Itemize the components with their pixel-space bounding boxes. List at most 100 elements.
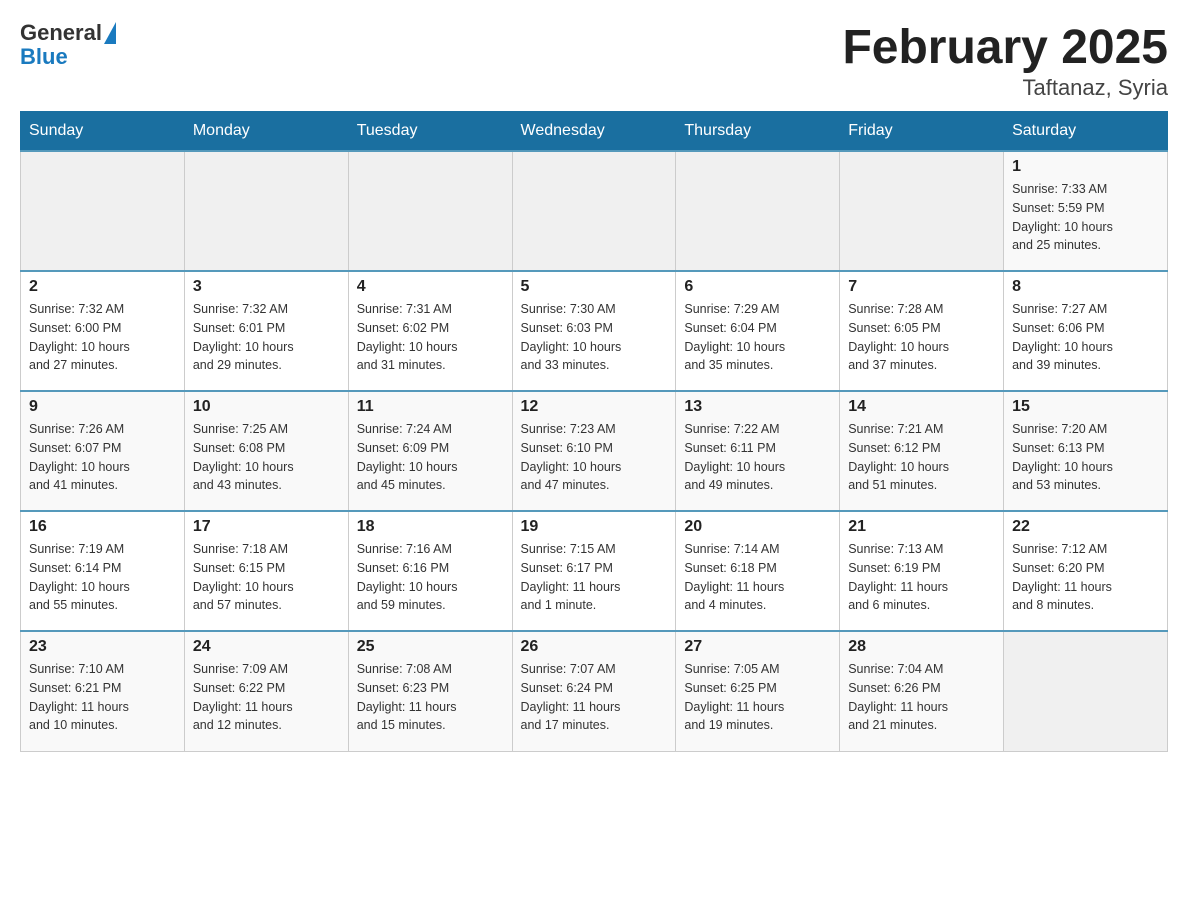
day-number: 1: [1012, 158, 1159, 176]
calendar-table: SundayMondayTuesdayWednesdayThursdayFrid…: [20, 111, 1168, 752]
page-header: General Blue February 2025 Taftanaz, Syr…: [20, 20, 1168, 101]
column-header-wednesday: Wednesday: [512, 112, 676, 152]
day-info: Sunrise: 7:26 AM Sunset: 6:07 PM Dayligh…: [29, 420, 176, 495]
calendar-cell: [512, 151, 676, 271]
day-number: 22: [1012, 518, 1159, 536]
day-info: Sunrise: 7:16 AM Sunset: 6:16 PM Dayligh…: [357, 540, 504, 615]
calendar-cell: 24Sunrise: 7:09 AM Sunset: 6:22 PM Dayli…: [184, 631, 348, 751]
day-info: Sunrise: 7:14 AM Sunset: 6:18 PM Dayligh…: [684, 540, 831, 615]
day-info: Sunrise: 7:04 AM Sunset: 6:26 PM Dayligh…: [848, 660, 995, 735]
calendar-week-1: 2 Sunrise: 7:32 AM Sunset: 6:00 PM Daylig…: [21, 271, 1168, 391]
day-number: 8: [1012, 278, 1159, 296]
calendar-cell: [840, 151, 1004, 271]
calendar-cell: 26 Sunrise: 7:07 AM Sunset: 6:24 PM Dayli…: [512, 631, 676, 751]
day-number: 17: [193, 518, 340, 536]
day-number: 27: [684, 638, 831, 656]
day-info: Sunrise: 7:18 AM Sunset: 6:15 PM Dayligh…: [193, 540, 340, 615]
calendar-week-2: 9 Sunrise: 7:26 AM Sunset: 6:07 PM Daylig…: [21, 391, 1168, 511]
day-info: Sunrise: 7:28 AM Sunset: 6:05 PM Dayligh…: [848, 300, 995, 375]
calendar-cell: 8 Sunrise: 7:27 AM Sunset: 6:06 PM Daylig…: [1004, 271, 1168, 391]
column-header-friday: Friday: [840, 112, 1004, 152]
day-number: 16: [29, 518, 176, 536]
calendar-cell: 6Sunrise: 7:29 AM Sunset: 6:04 PM Daylig…: [676, 271, 840, 391]
day-number: 23: [29, 638, 176, 656]
day-number: 10: [193, 398, 340, 416]
column-header-monday: Monday: [184, 112, 348, 152]
month-title: February 2025: [842, 20, 1168, 75]
column-header-saturday: Saturday: [1004, 112, 1168, 152]
day-info: Sunrise: 7:15 AM Sunset: 6:17 PM Dayligh…: [521, 540, 668, 615]
day-info: Sunrise: 7:22 AM Sunset: 6:11 PM Dayligh…: [684, 420, 831, 495]
day-info: Sunrise: 7:27 AM Sunset: 6:06 PM Dayligh…: [1012, 300, 1159, 375]
calendar-cell: 7 Sunrise: 7:28 AM Sunset: 6:05 PM Daylig…: [840, 271, 1004, 391]
day-info: Sunrise: 7:07 AM Sunset: 6:24 PM Dayligh…: [521, 660, 668, 735]
day-info: Sunrise: 7:29 AM Sunset: 6:04 PM Dayligh…: [684, 300, 831, 375]
day-number: 2: [29, 278, 176, 296]
calendar-week-4: 23 Sunrise: 7:10 AM Sunset: 6:21 PM Dayli…: [21, 631, 1168, 751]
calendar-cell: [676, 151, 840, 271]
calendar-cell: 14 Sunrise: 7:21 AM Sunset: 6:12 PM Dayli…: [840, 391, 1004, 511]
calendar-cell: 1 Sunrise: 7:33 AM Sunset: 5:59 PM Daylig…: [1004, 151, 1168, 271]
day-number: 26: [521, 638, 668, 656]
calendar-cell: 22Sunrise: 7:12 AM Sunset: 6:20 PM Dayli…: [1004, 511, 1168, 631]
day-info: Sunrise: 7:09 AM Sunset: 6:22 PM Dayligh…: [193, 660, 340, 735]
day-number: 15: [1012, 398, 1159, 416]
calendar-cell: 13 Sunrise: 7:22 AM Sunset: 6:11 PM Dayli…: [676, 391, 840, 511]
day-info: Sunrise: 7:24 AM Sunset: 6:09 PM Dayligh…: [357, 420, 504, 495]
logo-triangle-icon: [104, 22, 116, 44]
day-number: 14: [848, 398, 995, 416]
day-info: Sunrise: 7:08 AM Sunset: 6:23 PM Dayligh…: [357, 660, 504, 735]
day-number: 12: [521, 398, 668, 416]
location-title: Taftanaz, Syria: [842, 75, 1168, 101]
calendar-cell: 2 Sunrise: 7:32 AM Sunset: 6:00 PM Daylig…: [21, 271, 185, 391]
calendar-cell: 5 Sunrise: 7:30 AM Sunset: 6:03 PM Daylig…: [512, 271, 676, 391]
calendar-header: SundayMondayTuesdayWednesdayThursdayFrid…: [21, 112, 1168, 152]
logo: General Blue: [20, 20, 116, 70]
day-info: Sunrise: 7:33 AM Sunset: 5:59 PM Dayligh…: [1012, 180, 1159, 255]
day-number: 25: [357, 638, 504, 656]
day-number: 19: [521, 518, 668, 536]
title-block: February 2025 Taftanaz, Syria: [842, 20, 1168, 101]
day-number: 5: [521, 278, 668, 296]
calendar-week-3: 16 Sunrise: 7:19 AM Sunset: 6:14 PM Dayli…: [21, 511, 1168, 631]
calendar-cell: 12 Sunrise: 7:23 AM Sunset: 6:10 PM Dayli…: [512, 391, 676, 511]
column-header-thursday: Thursday: [676, 112, 840, 152]
day-number: 11: [357, 398, 504, 416]
calendar-cell: 17 Sunrise: 7:18 AM Sunset: 6:15 PM Dayli…: [184, 511, 348, 631]
day-number: 21: [848, 518, 995, 536]
calendar-cell: 28 Sunrise: 7:04 AM Sunset: 6:26 PM Dayli…: [840, 631, 1004, 751]
calendar-cell: 3 Sunrise: 7:32 AM Sunset: 6:01 PM Daylig…: [184, 271, 348, 391]
calendar-cell: 21Sunrise: 7:13 AM Sunset: 6:19 PM Dayli…: [840, 511, 1004, 631]
calendar-cell: [1004, 631, 1168, 751]
day-number: 3: [193, 278, 340, 296]
calendar-cell: 15 Sunrise: 7:20 AM Sunset: 6:13 PM Dayli…: [1004, 391, 1168, 511]
calendar-cell: 16 Sunrise: 7:19 AM Sunset: 6:14 PM Dayli…: [21, 511, 185, 631]
day-number: 28: [848, 638, 995, 656]
day-info: Sunrise: 7:32 AM Sunset: 6:01 PM Dayligh…: [193, 300, 340, 375]
day-info: Sunrise: 7:20 AM Sunset: 6:13 PM Dayligh…: [1012, 420, 1159, 495]
day-number: 20: [684, 518, 831, 536]
calendar-cell: 23 Sunrise: 7:10 AM Sunset: 6:21 PM Dayli…: [21, 631, 185, 751]
day-number: 13: [684, 398, 831, 416]
day-info: Sunrise: 7:10 AM Sunset: 6:21 PM Dayligh…: [29, 660, 176, 735]
calendar-cell: 25 Sunrise: 7:08 AM Sunset: 6:23 PM Dayli…: [348, 631, 512, 751]
day-info: Sunrise: 7:19 AM Sunset: 6:14 PM Dayligh…: [29, 540, 176, 615]
calendar-cell: 11 Sunrise: 7:24 AM Sunset: 6:09 PM Dayli…: [348, 391, 512, 511]
calendar-cell: [184, 151, 348, 271]
day-number: 7: [848, 278, 995, 296]
calendar-cell: 19 Sunrise: 7:15 AM Sunset: 6:17 PM Dayli…: [512, 511, 676, 631]
calendar-cell: [348, 151, 512, 271]
day-info: Sunrise: 7:05 AM Sunset: 6:25 PM Dayligh…: [684, 660, 831, 735]
day-number: 4: [357, 278, 504, 296]
day-info: Sunrise: 7:32 AM Sunset: 6:00 PM Dayligh…: [29, 300, 176, 375]
day-number: 18: [357, 518, 504, 536]
day-number: 9: [29, 398, 176, 416]
day-info: Sunrise: 7:23 AM Sunset: 6:10 PM Dayligh…: [521, 420, 668, 495]
day-info: Sunrise: 7:30 AM Sunset: 6:03 PM Dayligh…: [521, 300, 668, 375]
day-info: Sunrise: 7:21 AM Sunset: 6:12 PM Dayligh…: [848, 420, 995, 495]
logo-general-text: General: [20, 20, 102, 46]
calendar-week-0: 1 Sunrise: 7:33 AM Sunset: 5:59 PM Daylig…: [21, 151, 1168, 271]
calendar-cell: 20 Sunrise: 7:14 AM Sunset: 6:18 PM Dayli…: [676, 511, 840, 631]
calendar-cell: 10Sunrise: 7:25 AM Sunset: 6:08 PM Dayli…: [184, 391, 348, 511]
calendar-cell: 27 Sunrise: 7:05 AM Sunset: 6:25 PM Dayli…: [676, 631, 840, 751]
